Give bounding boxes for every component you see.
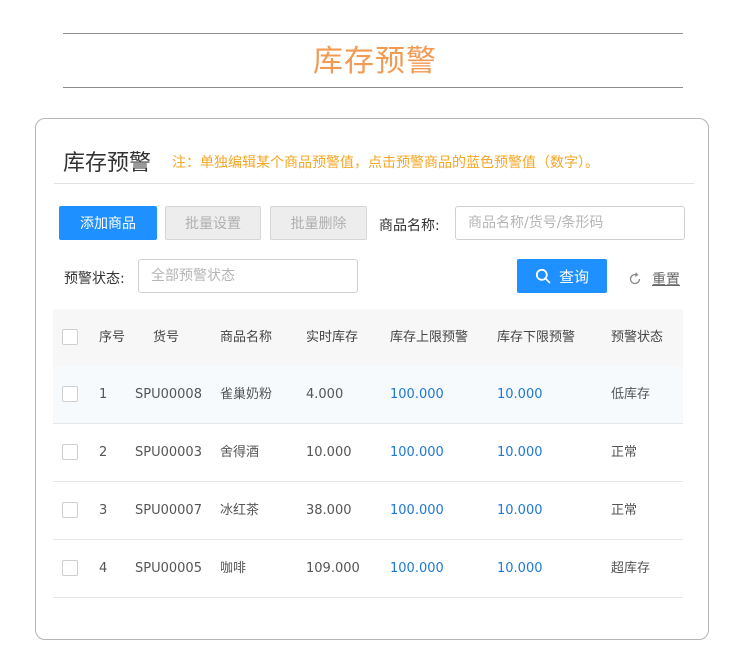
- banner-top-divider: [63, 33, 683, 34]
- reset-button[interactable]: 重置: [628, 269, 680, 289]
- table-row: 1 SPU00008 雀巢奶粉 4.000 100.000 10.000 低库存: [53, 366, 683, 424]
- header-name: 商品名称: [220, 330, 273, 345]
- row-name: 雀巢奶粉: [220, 387, 273, 402]
- row-stock: 10.000: [306, 445, 352, 460]
- row-checkbox[interactable]: [62, 386, 78, 402]
- banner-bottom-divider: [63, 87, 683, 88]
- row-code: SPU00003: [135, 445, 202, 460]
- add-product-button[interactable]: 添加商品: [59, 206, 157, 240]
- row-index: 4: [99, 561, 108, 576]
- batch-delete-button[interactable]: 批量删除: [270, 206, 367, 240]
- row-name: 冰红茶: [220, 503, 260, 518]
- alert-status-select[interactable]: [138, 259, 358, 293]
- refresh-icon: [628, 272, 642, 286]
- row-name: 舍得酒: [220, 445, 260, 460]
- row-upper-alert-link[interactable]: 100.000: [390, 424, 444, 481]
- product-name-label: 商品名称:: [379, 218, 440, 234]
- search-button-label: 查询: [558, 267, 589, 286]
- row-stock: 38.000: [306, 503, 352, 518]
- row-index: 3: [99, 503, 108, 518]
- row-name: 咖啡: [220, 561, 247, 576]
- row-status: 正常: [611, 445, 638, 460]
- header-upper: 库存上限预警: [390, 330, 469, 345]
- alert-status-label: 预警状态:: [64, 271, 125, 287]
- row-lower-alert-link[interactable]: 10.000: [497, 540, 543, 597]
- page-banner-title: 库存预警: [313, 44, 437, 79]
- row-code: SPU00005: [135, 561, 202, 576]
- card-divider: [54, 183, 694, 184]
- table-header-row: 序号 货号 商品名称 实时库存 库存上限预警 库存下限预警 预警状态: [53, 309, 683, 366]
- search-icon: [535, 268, 551, 284]
- row-lower-alert-link[interactable]: 10.000: [497, 424, 543, 481]
- row-checkbox[interactable]: [62, 560, 78, 576]
- row-checkbox[interactable]: [62, 444, 78, 460]
- row-upper-alert-link[interactable]: 100.000: [390, 482, 444, 539]
- card-note: 注：单独编辑某个商品预警值，点击预警商品的蓝色预警值（数字）。: [172, 155, 599, 171]
- row-status: 超库存: [611, 561, 651, 576]
- header-code: 货号: [153, 330, 180, 345]
- batch-set-button[interactable]: 批量设置: [165, 206, 261, 240]
- table-row: 3 SPU00007 冰红茶 38.000 100.000 10.000 正常: [53, 482, 683, 540]
- header-index: 序号: [99, 330, 126, 345]
- card-title: 库存预警: [63, 151, 152, 176]
- table-row: 4 SPU00005 咖啡 109.000 100.000 10.000 超库存: [53, 540, 683, 598]
- inventory-alert-card: 库存预警 注：单独编辑某个商品预警值，点击预警商品的蓝色预警值（数字）。 添加商…: [35, 118, 709, 640]
- select-all-checkbox[interactable]: [62, 329, 78, 345]
- header-lower: 库存下限预警: [497, 330, 576, 345]
- row-checkbox[interactable]: [62, 502, 78, 518]
- row-upper-alert-link[interactable]: 100.000: [390, 366, 444, 423]
- row-code: SPU00008: [135, 387, 202, 402]
- row-lower-alert-link[interactable]: 10.000: [497, 482, 543, 539]
- reset-button-label: 重置: [652, 272, 680, 288]
- row-stock: 109.000: [306, 561, 360, 576]
- row-lower-alert-link[interactable]: 10.000: [497, 366, 543, 423]
- row-upper-alert-link[interactable]: 100.000: [390, 540, 444, 597]
- header-stock: 实时库存: [306, 330, 359, 345]
- table-row: 2 SPU00003 舍得酒 10.000 100.000 10.000 正常: [53, 424, 683, 482]
- product-name-input[interactable]: [455, 206, 685, 240]
- inventory-table: 序号 货号 商品名称 实时库存 库存上限预警 库存下限预警 预警状态 1 SPU…: [53, 309, 683, 598]
- row-status: 正常: [611, 503, 638, 518]
- row-index: 2: [99, 445, 108, 460]
- row-code: SPU00007: [135, 503, 202, 518]
- row-stock: 4.000: [306, 387, 344, 402]
- header-status: 预警状态: [611, 330, 664, 345]
- row-index: 1: [99, 387, 108, 402]
- row-status: 低库存: [611, 387, 651, 402]
- search-button[interactable]: 查询: [517, 259, 607, 293]
